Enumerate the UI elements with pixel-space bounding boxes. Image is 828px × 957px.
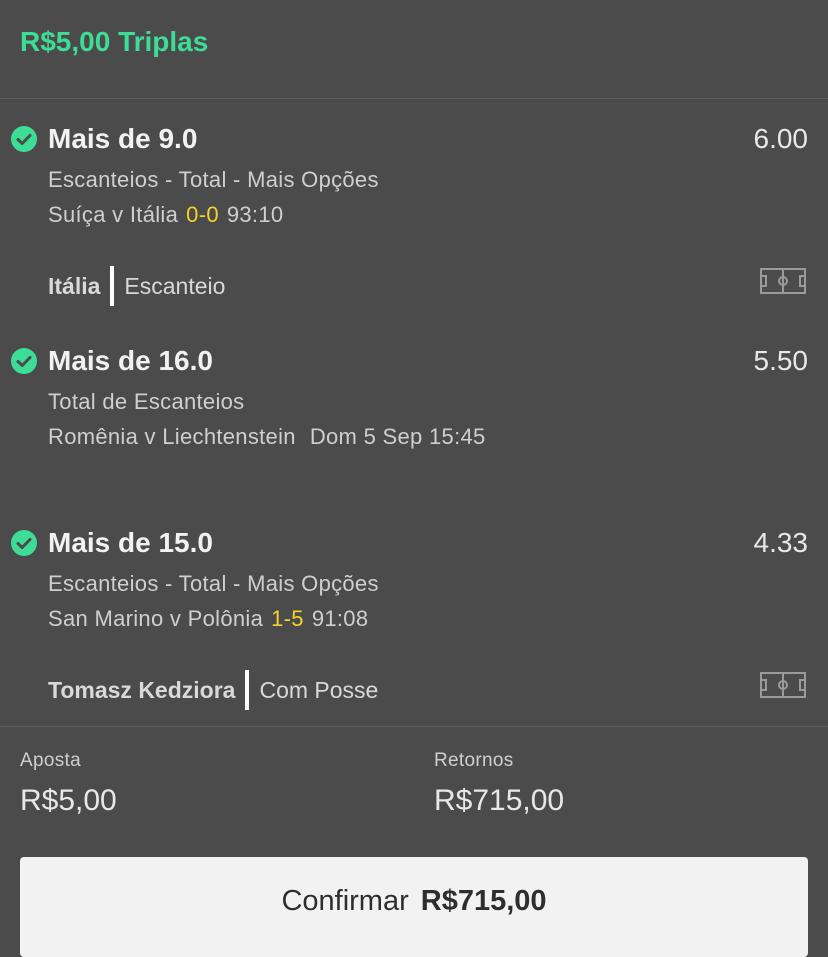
check-circle-icon xyxy=(11,126,37,152)
stat-team: Itália xyxy=(48,272,101,299)
betslip-header: R$5,00 Triplas xyxy=(0,0,828,99)
event-name: Suíça v Itália xyxy=(48,202,179,227)
stake-label: Aposta xyxy=(20,750,81,771)
event-date: Dom 5 Sep 15:45 xyxy=(309,424,486,449)
stat-divider xyxy=(245,670,250,710)
stat-divider xyxy=(110,266,115,306)
selection-market: Escanteios - Total - Mais Opções xyxy=(48,167,379,192)
stat-description: Escanteio xyxy=(124,272,226,299)
summary-divider xyxy=(0,726,828,727)
confirm-amount: R$715,00 xyxy=(420,885,547,917)
confirm-label: Confirmar xyxy=(281,885,409,917)
event-name: San Marino v Polônia xyxy=(48,606,264,631)
selection-title: Mais de 9.0 xyxy=(48,123,198,154)
event-time: 91:08 xyxy=(311,606,369,631)
pitch-icon[interactable] xyxy=(760,268,806,294)
bet-type-title: R$5,00 Triplas xyxy=(20,26,209,57)
stat-team: Tomasz Kedziora xyxy=(48,676,236,703)
returns-label: Retornos xyxy=(434,750,514,771)
check-circle-icon xyxy=(11,530,37,556)
event-time: 93:10 xyxy=(226,202,284,227)
selection-market: Total de Escanteios xyxy=(48,389,245,414)
selection-event: San Marino v Polônia 1-5 91:08 xyxy=(48,606,368,632)
stake-value[interactable]: R$5,00 xyxy=(20,784,117,818)
pitch-icon[interactable] xyxy=(760,672,806,698)
selection-title: Mais de 15.0 xyxy=(48,527,213,558)
event-score: 1-5 xyxy=(271,606,304,631)
live-stat: Itália Escanteio xyxy=(48,266,225,306)
stat-description: Com Posse xyxy=(259,676,379,703)
event-name: Romênia v Liechtenstein xyxy=(48,424,296,449)
confirm-bet-button[interactable]: Confirmar R$715,00 xyxy=(20,857,808,957)
selection-odds: 5.50 xyxy=(753,345,809,376)
selection-odds: 4.33 xyxy=(753,527,809,558)
selection-market: Escanteios - Total - Mais Opções xyxy=(48,571,379,596)
selection-event: Romênia v Liechtenstein Dom 5 Sep 15:45 xyxy=(48,424,486,450)
returns-value: R$715,00 xyxy=(434,784,565,817)
selection-odds: 6.00 xyxy=(753,123,809,154)
check-circle-icon xyxy=(11,348,37,374)
event-score: 0-0 xyxy=(186,202,219,227)
selection-title: Mais de 16.0 xyxy=(48,345,213,376)
selection-event: Suíça v Itália 0-0 93:10 xyxy=(48,202,283,228)
live-stat: Tomasz Kedziora Com Posse xyxy=(48,670,378,710)
